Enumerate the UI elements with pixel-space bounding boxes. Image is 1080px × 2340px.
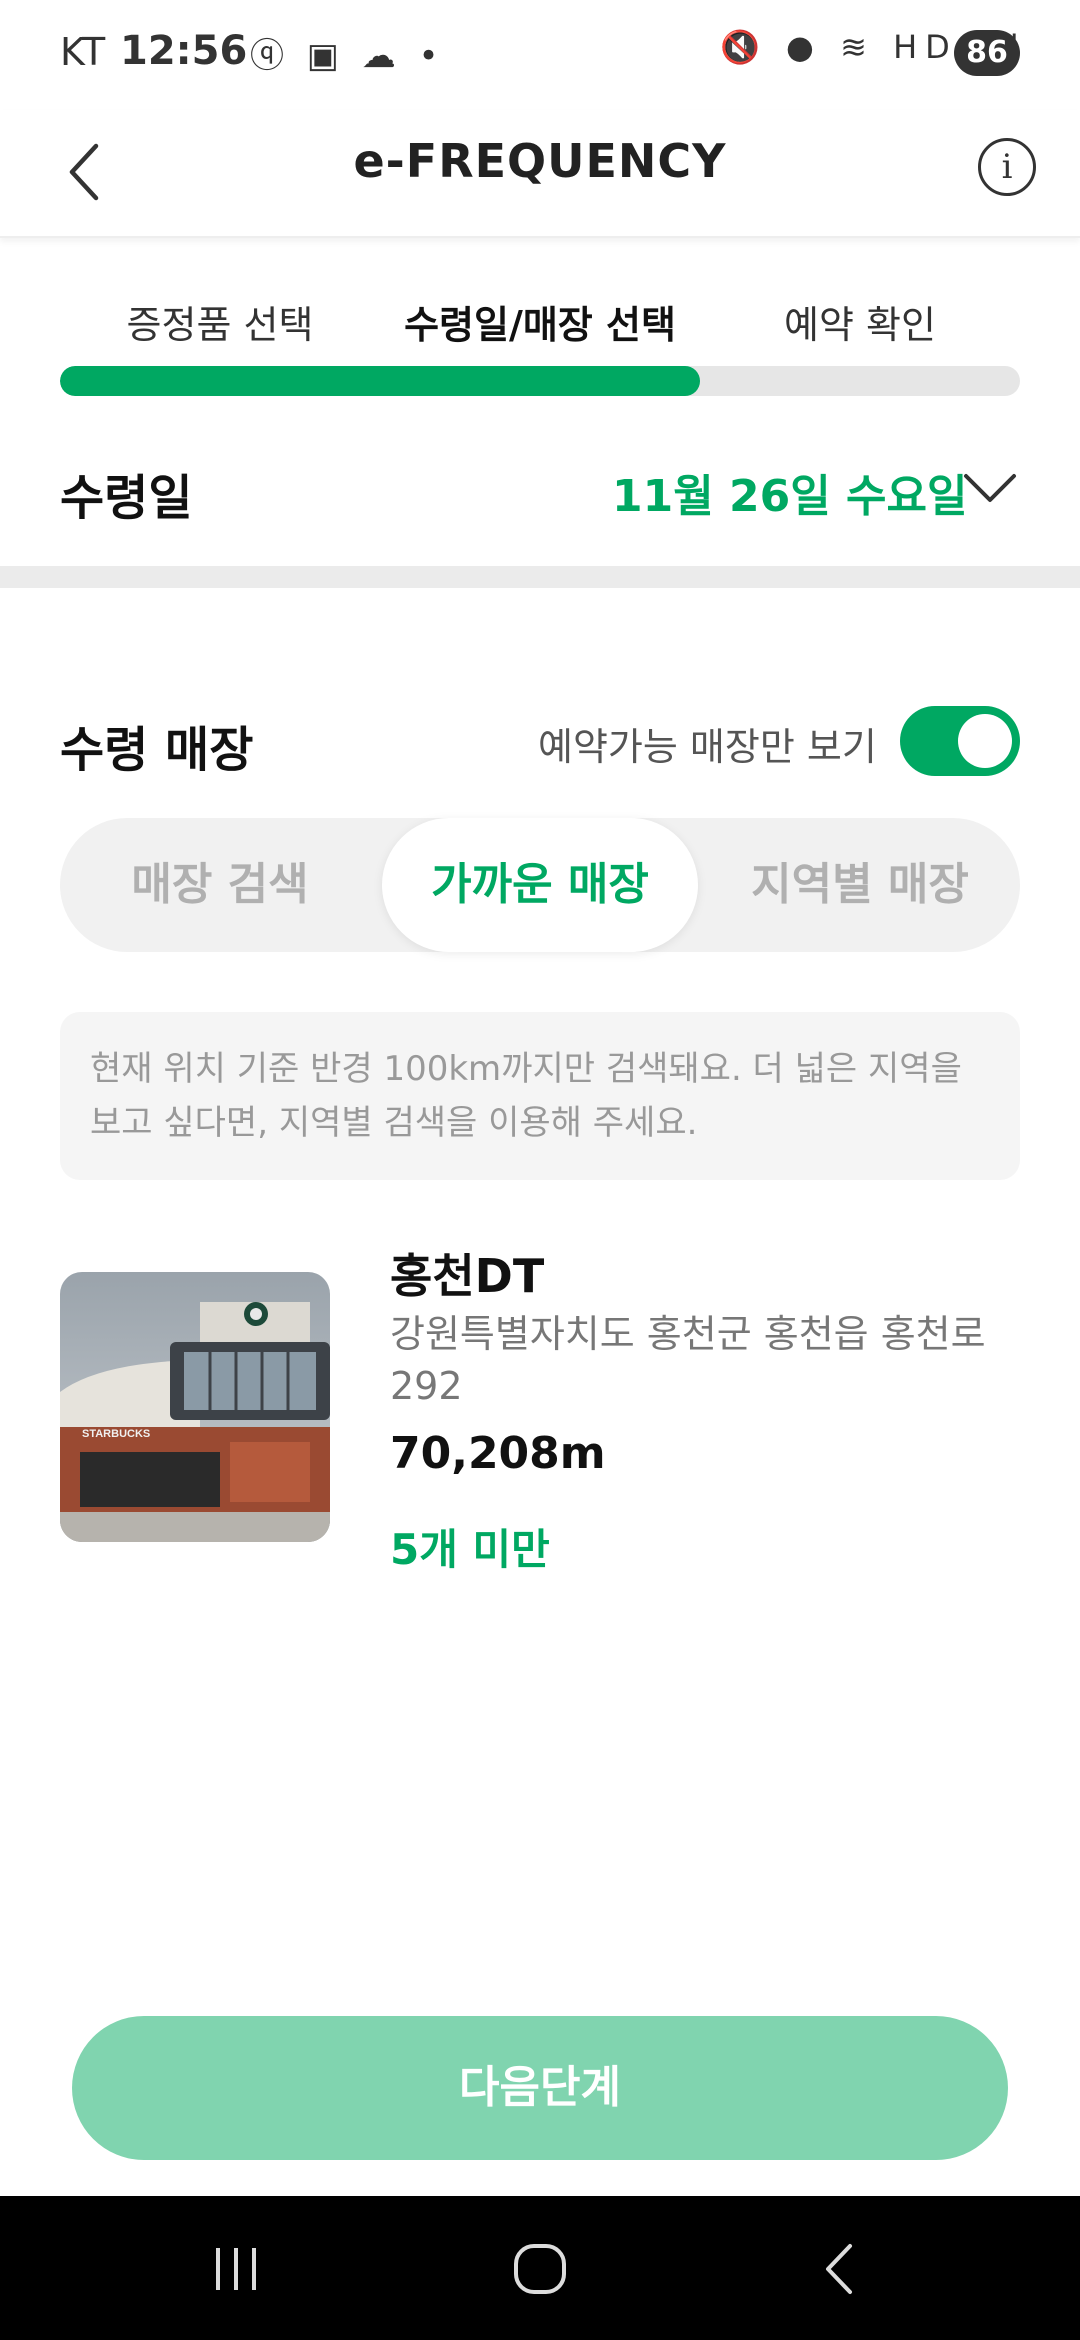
pickup-date-label: 수령일 [60,470,193,526]
system-back-icon[interactable] [800,2234,880,2304]
info-icon[interactable]: i [978,138,1036,196]
system-nav-bar [0,2196,1080,2340]
step-date-store-select: 수령일/매장 선택 [404,303,676,347]
page-title: e-FREQUENCY [353,134,727,188]
store-sign: STARBUCKS [82,1428,150,1440]
notification-icons: ⓠ ▣ ☁ • [250,36,445,76]
recent-apps-icon[interactable] [196,2234,276,2304]
notice-text: 현재 위치 기준 반경 100km까지만 검색돼요. 더 넓은 지역을 보고 싶… [90,1049,962,1143]
step-gift-select: 증정품 선택 [126,303,314,347]
store-name[interactable]: 홍천DT [390,1240,544,1306]
tab-store-search[interactable]: 매장 검색 [60,818,380,952]
store-stock-status: 5개 미만 [390,1525,550,1574]
store-distance: 70,208m [390,1428,606,1479]
clock: 12:56 [120,28,248,74]
carrier-label: KT [60,30,106,74]
chevron-down-icon[interactable] [962,468,1018,508]
available-only-toggle[interactable] [900,706,1020,776]
pickup-date-value[interactable]: 11월 26일 수요일 [612,460,968,524]
toggle-knob [958,714,1012,768]
search-radius-notice: 현재 위치 기준 반경 100km까지만 검색돼요. 더 넓은 지역을 보고 싶… [60,1012,1020,1180]
step-progress-fill [60,366,700,396]
store-search-tabs: 매장 검색 가까운 매장 지역별 매장 [60,818,1020,952]
available-only-label: 예약가능 매장만 보기 [538,725,877,769]
section-divider [0,566,1080,588]
step-progress-bar [60,366,1020,396]
store-building-image: STARBUCKS [60,1272,330,1542]
store-photo[interactable]: STARBUCKS [60,1272,330,1542]
tab-regional-stores[interactable]: 지역별 매장 [700,818,1020,952]
status-bar: KT 12:56 ⓠ ▣ ☁ • 🔇 ● ≋ HD ıll 86 [0,0,1080,110]
tab-nearby-stores[interactable]: 가까운 매장 [380,818,700,952]
app-header: e-FREQUENCY i [0,110,1080,238]
step-confirm: 예약 확인 [784,303,936,347]
next-step-button[interactable]: 다음단계 [72,2016,1008,2160]
pickup-store-title: 수령 매장 [60,722,254,778]
battery-icon: 86 [954,30,1020,76]
home-icon[interactable] [500,2234,580,2304]
store-address: 강원특별자치도 홍천군 홍천읍 홍천로 292 [390,1312,986,1408]
